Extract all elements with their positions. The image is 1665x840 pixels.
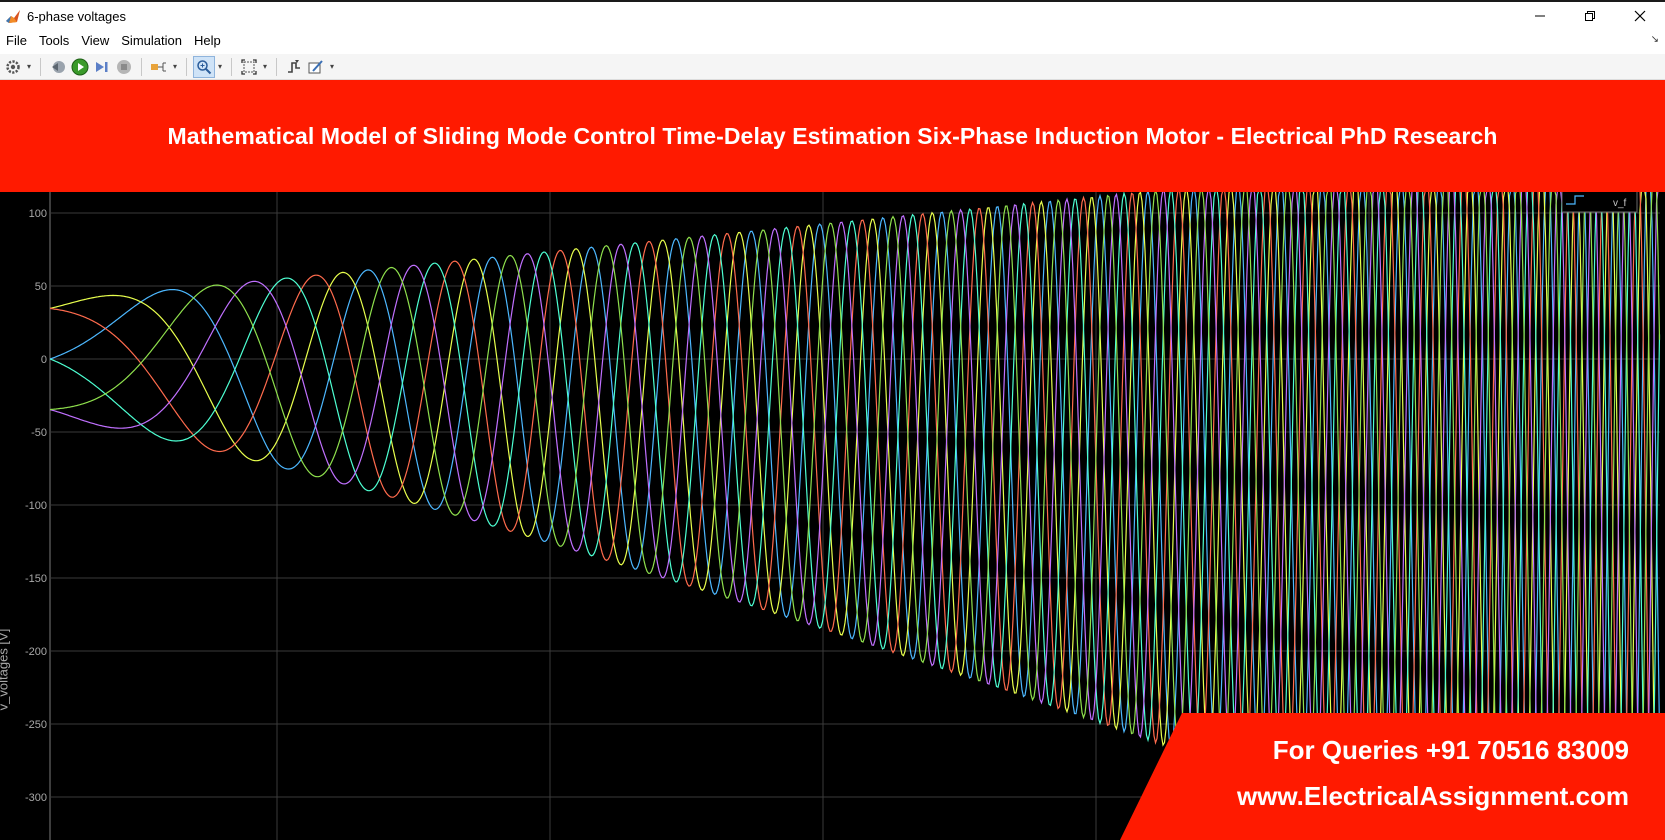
settings-dropdown-icon[interactable]: ▾ bbox=[24, 62, 34, 71]
triggers-button[interactable] bbox=[283, 56, 305, 78]
contact-phone: For Queries +91 70516 83009 bbox=[1272, 735, 1629, 765]
restore-button[interactable] bbox=[1565, 2, 1615, 30]
y-axis-label: v_voltages [V] bbox=[0, 628, 11, 711]
fit-dropdown-icon[interactable]: ▾ bbox=[260, 62, 270, 71]
zoom-icon bbox=[197, 59, 212, 74]
toolbar-divider bbox=[40, 57, 41, 76]
toolbar-divider bbox=[186, 57, 187, 76]
restore-icon bbox=[1585, 11, 1595, 21]
dock-arrow-icon[interactable]: ↘ bbox=[1651, 34, 1659, 45]
y-tick-label: 100 bbox=[29, 208, 47, 220]
menu-tools[interactable]: Tools bbox=[33, 30, 75, 52]
toolbar: ▾ ▾ ▾ ▾ ▾ bbox=[0, 54, 1665, 80]
zoom-button[interactable] bbox=[193, 55, 215, 78]
y-tick-label: -300 bbox=[25, 792, 47, 804]
menu-file[interactable]: File bbox=[0, 30, 33, 52]
toolbar-divider bbox=[141, 57, 142, 76]
fit-to-view-button[interactable] bbox=[238, 56, 260, 78]
step-forward-icon bbox=[96, 61, 108, 72]
window-controls bbox=[1515, 2, 1665, 30]
y-tick-label: 50 bbox=[35, 281, 47, 293]
matlab-icon bbox=[6, 10, 20, 23]
settings-icon bbox=[6, 59, 20, 74]
stop-icon bbox=[117, 59, 131, 74]
menu-bar: File Tools View Simulation Help ↘ bbox=[0, 30, 1665, 52]
triggers-icon bbox=[288, 59, 300, 73]
toolbar-divider bbox=[231, 57, 232, 76]
menu-view[interactable]: View bbox=[75, 30, 115, 52]
settings-button[interactable] bbox=[2, 56, 24, 78]
y-tick-label: -150 bbox=[25, 573, 47, 585]
signal-select-icon bbox=[151, 62, 166, 71]
plot-legend: v_f bbox=[1561, 192, 1638, 213]
banner-title: Mathematical Model of Sliding Mode Contr… bbox=[167, 122, 1498, 149]
toolbar-divider bbox=[276, 57, 277, 76]
fit-to-view-icon bbox=[241, 58, 257, 75]
window-title: 6-phase voltages bbox=[27, 8, 127, 24]
run-button[interactable] bbox=[69, 56, 91, 78]
contact-website[interactable]: www.ElectricalAssignment.com bbox=[1237, 781, 1629, 812]
contact-banner: For Queries +91 70516 83009 www.Electric… bbox=[1120, 713, 1665, 840]
y-tick-labels: 100 50 0 -50 -100 -150 -200 -250 -300 bbox=[25, 208, 47, 804]
minimize-icon bbox=[1535, 15, 1545, 17]
scope-window: 6-phase voltages File Tools View Simulat… bbox=[0, 0, 1665, 840]
menu-help[interactable]: Help bbox=[188, 30, 227, 52]
signal-select-button[interactable] bbox=[148, 56, 170, 78]
style-icon bbox=[308, 59, 323, 73]
step-forward-button[interactable] bbox=[91, 56, 113, 78]
y-tick-label: -100 bbox=[25, 500, 47, 512]
stop-button[interactable] bbox=[113, 56, 135, 78]
signal-dropdown-icon[interactable]: ▾ bbox=[170, 62, 180, 71]
zoom-dropdown-icon[interactable]: ▾ bbox=[215, 62, 225, 71]
y-tick-label: -200 bbox=[25, 646, 47, 658]
y-tick-label: -250 bbox=[25, 719, 47, 731]
y-tick-label: 0 bbox=[41, 354, 47, 366]
title-bar: 6-phase voltages bbox=[0, 0, 1665, 30]
header-banner: Mathematical Model of Sliding Mode Contr… bbox=[0, 80, 1665, 192]
legend-entry-vf: v_f bbox=[1613, 198, 1627, 209]
style-button[interactable] bbox=[305, 56, 327, 78]
close-icon bbox=[1634, 10, 1646, 22]
contact-banner-bg bbox=[1120, 713, 1665, 840]
step-back-button[interactable] bbox=[47, 56, 69, 78]
menu-simulation[interactable]: Simulation bbox=[115, 30, 188, 52]
run-icon bbox=[71, 58, 89, 75]
step-back-icon bbox=[52, 60, 65, 73]
style-dropdown-icon[interactable]: ▾ bbox=[327, 62, 337, 71]
close-button[interactable] bbox=[1615, 2, 1665, 30]
minimize-button[interactable] bbox=[1515, 2, 1565, 30]
y-tick-label: -50 bbox=[31, 427, 47, 439]
